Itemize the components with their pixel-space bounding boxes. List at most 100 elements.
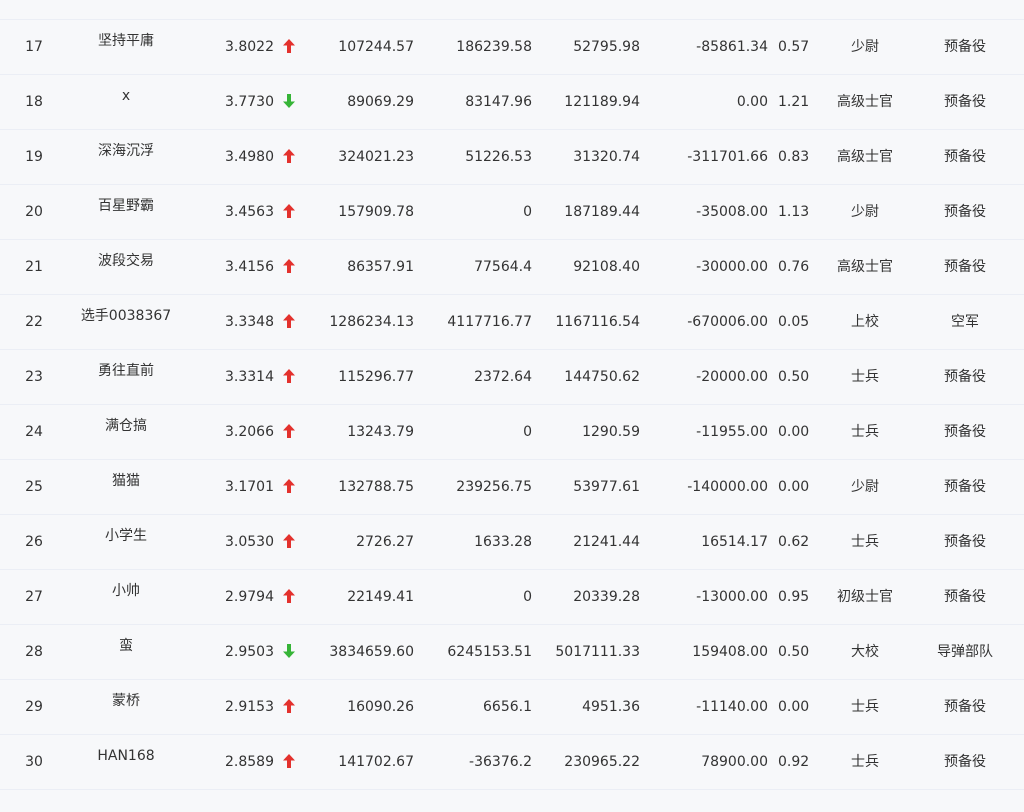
value-3-cell: 144750.62 (564, 369, 640, 385)
trend-cell (281, 515, 297, 570)
value-2-cell: 0 (523, 424, 532, 440)
table-row: 16自强不息3.8351317592.660317955.41-111660.0… (0, 0, 1024, 20)
table-row: 30 HAN168 2.8589 141702.67 -36376.2 230965.22… (0, 735, 1024, 790)
rank-title-cell: 高级士官 (837, 149, 893, 165)
trend-cell (281, 130, 297, 185)
rank-cell: 20 (25, 204, 43, 220)
value-4-cell: -140000.00 (687, 479, 768, 495)
player-name[interactable]: 小帅 (70, 582, 182, 602)
player-name[interactable]: 深海沉浮 (70, 142, 182, 162)
score-cell: 3.7730 (225, 94, 274, 110)
score-cell: 2.8589 (225, 754, 274, 770)
player-name[interactable]: 坚持平庸 (70, 32, 182, 52)
player-name[interactable]: 蛮 (70, 637, 182, 657)
trend-cell (281, 20, 297, 75)
rank-cell: 17 (25, 39, 43, 55)
rank-title-cell: 士兵 (851, 754, 879, 770)
value-2-cell: 51226.53 (465, 149, 532, 165)
value-3-cell: 5017111.33 (555, 644, 640, 660)
value-2-cell: 0 (420, 0, 532, 20)
value-2-cell: 239256.75 (456, 479, 532, 495)
player-name[interactable]: 满仓搞 (70, 417, 182, 437)
value-2-cell: 6245153.51 (447, 644, 532, 660)
value-4-cell: -35008.00 (696, 204, 768, 220)
unit-cell: 预备役 (944, 149, 986, 165)
arrow-up-icon (283, 753, 295, 768)
value-4-cell: -11140.00 (696, 699, 768, 715)
rank-cell: 30 (25, 754, 43, 770)
rank-title-cell: 初级士官 (837, 589, 893, 605)
rank-title-cell: 大校 (851, 644, 879, 660)
trend-cell (281, 680, 297, 735)
value-3-cell: 52795.98 (573, 39, 640, 55)
value-5-cell: 0.50 (778, 644, 810, 660)
rank-cell: 23 (25, 369, 43, 385)
rank-cell: 29 (25, 699, 43, 715)
score-cell: 3.8022 (225, 39, 274, 55)
value-1-cell: 107244.57 (338, 39, 414, 55)
value-3-cell: 1167116.54 (555, 314, 640, 330)
rank-cell: 24 (25, 424, 43, 440)
player-name[interactable]: 猫猫 (70, 472, 182, 492)
value-5-cell: 0.95 (778, 589, 810, 605)
value-1-cell: 132788.75 (338, 479, 414, 495)
value-2-cell: 83147.96 (465, 94, 532, 110)
value-4-cell: -20000.00 (696, 369, 768, 385)
value-1-cell: 2726.27 (356, 534, 414, 550)
value-3-cell: 230965.22 (564, 754, 640, 770)
value-3-cell: 53977.61 (573, 479, 640, 495)
rank-title-cell: 上校 (851, 314, 879, 330)
rank-title-cell: 士兵 (851, 699, 879, 715)
unit-cell: 预备役 (944, 204, 986, 220)
arrow-up-icon (283, 423, 295, 438)
value-3-cell: 92108.40 (573, 259, 640, 275)
unit-cell: 预备役 (915, 0, 1015, 20)
value-2-cell: 4117716.77 (447, 314, 532, 330)
rank-title-cell: 士兵 (851, 369, 879, 385)
table-row: 19 深海沉浮 3.4980 324021.23 51226.53 31320.74 -31… (0, 130, 1024, 185)
score-cell: 2.9794 (225, 589, 274, 605)
trend-cell (281, 405, 297, 460)
value-2-cell: 186239.58 (456, 39, 532, 55)
value-3-cell: 4951.36 (582, 699, 640, 715)
value-1-cell: 324021.23 (338, 149, 414, 165)
arrow-up-icon (283, 478, 295, 493)
value-1-cell: 13243.79 (347, 424, 414, 440)
score-cell: 3.4156 (225, 259, 274, 275)
table-row: 25 猫猫 3.1701 132788.75 239256.75 53977.61 -140… (0, 460, 1024, 515)
value-1-cell: 157909.78 (338, 204, 414, 220)
player-name[interactable]: x (70, 87, 182, 107)
player-name[interactable]: 波段交易 (70, 252, 182, 272)
player-name[interactable]: HAN168 (70, 747, 182, 767)
score-cell: 3.8351 (186, 0, 274, 20)
score-cell: 3.4563 (225, 204, 274, 220)
player-name[interactable]: 蒙桥 (70, 692, 182, 712)
player-name[interactable]: 选手0038367 (70, 307, 182, 327)
rank-title-cell: 少尉 (851, 39, 879, 55)
arrow-up-icon (283, 368, 295, 383)
value-4-cell: -670006.00 (687, 314, 768, 330)
value-2-cell: 1633.28 (474, 534, 532, 550)
value-1-cell: 141702.67 (338, 754, 414, 770)
unit-cell: 预备役 (944, 479, 986, 495)
arrow-up-icon (283, 588, 295, 603)
rank-cell: 21 (25, 259, 43, 275)
value-2-cell: 0 (523, 589, 532, 605)
unit-cell: 预备役 (944, 369, 986, 385)
score-cell: 3.3348 (225, 314, 274, 330)
table-row: 22 选手0038367 3.3348 1286234.13 4117716.77 116… (0, 295, 1024, 350)
value-5-cell: 0.92 (778, 754, 810, 770)
unit-cell: 预备役 (944, 259, 986, 275)
player-name[interactable]: 百星野霸 (70, 197, 182, 217)
value-5-cell: 1.21 (778, 94, 810, 110)
rank-cell: 22 (25, 314, 43, 330)
score-cell: 3.4980 (225, 149, 274, 165)
value-5-cell: 0.62 (778, 534, 810, 550)
value-5-cell: 0.00 (778, 699, 810, 715)
table-row: 18 x 3.7730 89069.29 83147.96 121189.94 0.00 1.… (0, 75, 1024, 130)
unit-cell: 空军 (951, 314, 979, 330)
rank-cell: 28 (25, 644, 43, 660)
table-row: 20 百星野霸 3.4563 157909.78 0 187189.44 -35008.00… (0, 185, 1024, 240)
player-name[interactable]: 小学生 (70, 527, 182, 547)
player-name[interactable]: 勇往直前 (70, 362, 182, 382)
